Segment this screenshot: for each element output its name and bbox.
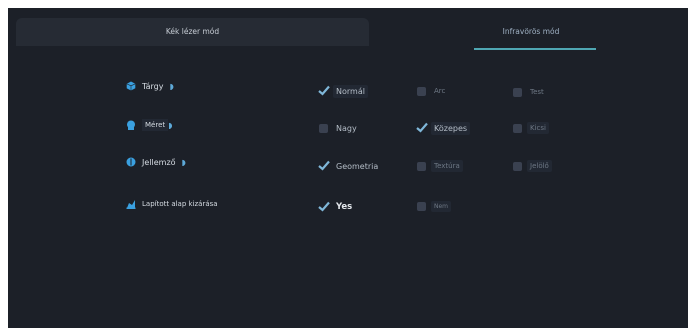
- row-label-targy: Tárgy ◗: [126, 81, 174, 91]
- app-window: Kék lézer mód Infravörös mód Tárgy ◗ Nor…: [8, 8, 688, 328]
- row-label-flat-base: Lapított alap kizárása: [126, 199, 218, 209]
- checkbox-label: Geometria: [336, 162, 379, 171]
- head-icon: [127, 120, 135, 130]
- checkmark-icon: [318, 201, 330, 212]
- checkbox-label: Nem: [431, 201, 452, 212]
- checkbox-box: [319, 124, 328, 133]
- moon-icon: ◗: [169, 81, 174, 91]
- checkbox-textura[interactable]: Textúra: [417, 160, 463, 172]
- moon-icon: ◗: [168, 120, 173, 130]
- moon-icon: ◗: [181, 157, 186, 167]
- checkbox-label: Yes: [336, 202, 353, 212]
- checkbox-box: [513, 161, 522, 171]
- layers-icon: [126, 157, 136, 167]
- checkbox-normal[interactable]: Normál: [318, 85, 368, 98]
- checkbox-nem[interactable]: Nem: [417, 201, 452, 212]
- cube-icon: [126, 81, 136, 91]
- checkbox-box: [513, 87, 522, 97]
- checkbox-label: Test: [530, 88, 544, 96]
- checkbox-label: Textúra: [431, 160, 463, 172]
- checkbox-geometria[interactable]: Geometria: [318, 160, 381, 173]
- checkbox-arc[interactable]: Arc: [417, 85, 448, 97]
- row-label-text: Méret: [142, 119, 169, 131]
- checkbox-jelolo[interactable]: Jelölő: [513, 160, 552, 172]
- row-label-jellemzo: Jellemző ◗: [126, 157, 186, 167]
- checkbox-box: [417, 161, 426, 171]
- checkmark-icon: [318, 160, 330, 171]
- checkbox-label: Normál: [333, 85, 368, 98]
- checkbox-label: Közepes: [431, 122, 471, 135]
- checkbox-box: [417, 202, 426, 211]
- checkbox-kicsi[interactable]: Kicsi: [513, 122, 549, 134]
- checkbox-label: Arc: [434, 87, 446, 95]
- tab-infrared-mode[interactable]: Infravörös mód: [466, 18, 596, 50]
- checkbox-label: Nagy: [336, 124, 357, 133]
- checkbox-nagy[interactable]: Nagy: [319, 122, 360, 135]
- checkbox-box: [417, 86, 426, 96]
- mode-tabbar: Kék lézer mód Infravörös mód: [8, 8, 688, 50]
- checkbox-box: [513, 123, 522, 133]
- row-label-text: Tárgy: [142, 81, 164, 91]
- tab-infrared-label: Infravörös mód: [502, 27, 560, 36]
- checkbox-yes[interactable]: Yes: [318, 200, 355, 214]
- active-tab-indicator: [474, 48, 596, 50]
- checkbox-kozepes[interactable]: Közepes: [416, 122, 471, 135]
- row-label-meret: Méret ◗: [126, 119, 172, 131]
- tab-blue-laser-mode[interactable]: Kék lézer mód: [16, 18, 369, 46]
- checkbox-label: Kicsi: [527, 122, 549, 134]
- row-label-text: Lapított alap kizárása: [142, 200, 218, 208]
- checkbox-test[interactable]: Test: [513, 86, 547, 98]
- checkbox-label: Jelölő: [527, 160, 552, 172]
- flat-base-icon: [126, 200, 136, 209]
- checkmark-icon: [416, 122, 428, 133]
- row-label-text: Jellemző: [142, 157, 176, 167]
- checkmark-icon: [318, 85, 330, 96]
